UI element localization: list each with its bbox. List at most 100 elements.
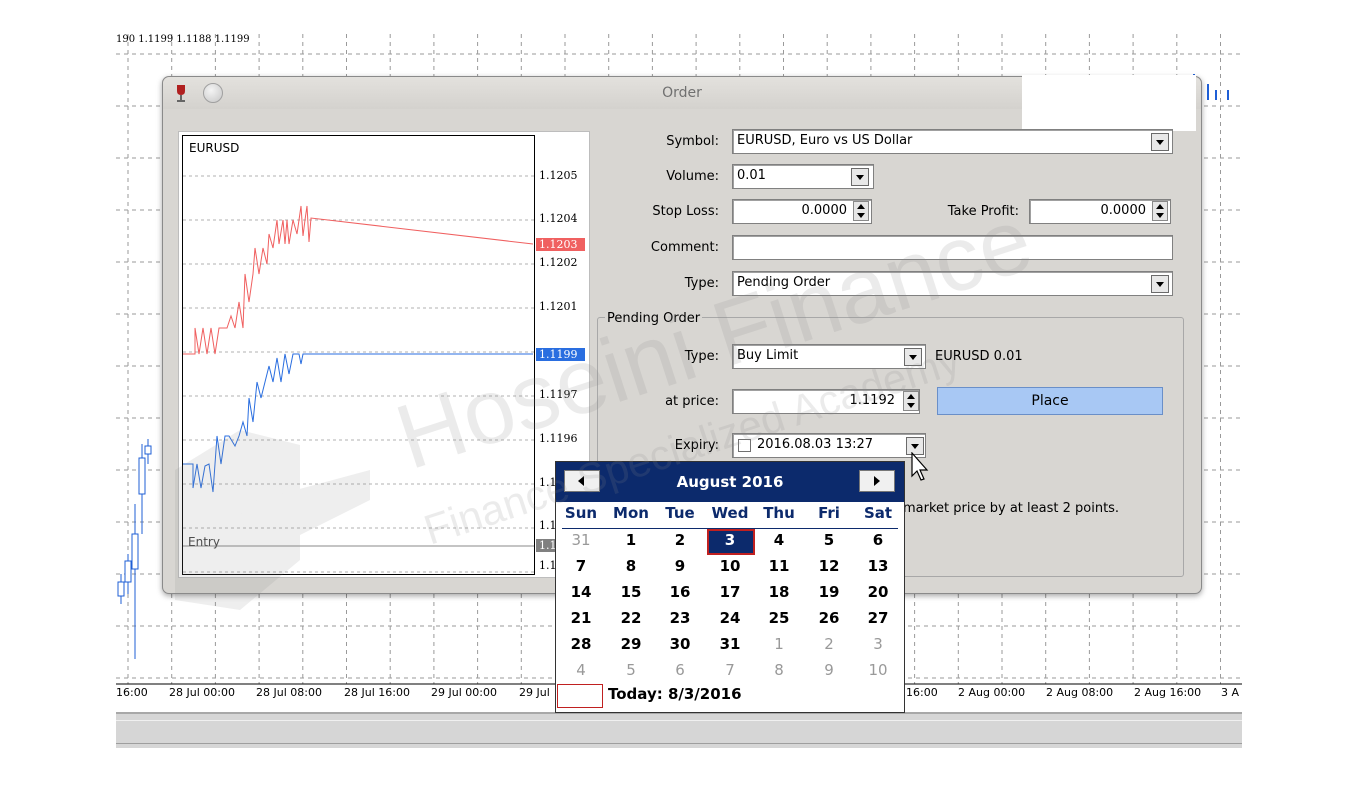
background-candle — [138, 457, 146, 495]
time-axis-tick: 16:00 — [906, 686, 938, 699]
background-candle — [131, 533, 139, 570]
expiry-field[interactable]: 2016.08.03 13:27 — [732, 433, 926, 458]
price-level-3: 1.1202 — [539, 256, 578, 269]
price-level-1: 1.1205 — [539, 169, 578, 182]
weekday-header: Fri — [818, 504, 840, 522]
calendar-day[interactable]: 5 — [606, 657, 656, 683]
calendar-day[interactable]: 2 — [804, 631, 854, 657]
calendar-day[interactable]: 13 — [853, 553, 903, 579]
time-axis-tick: 3 A — [1221, 686, 1240, 699]
calendar-day[interactable]: 7 — [705, 657, 755, 683]
calendar-day[interactable]: 27 — [853, 605, 903, 631]
price-level-6: 1.1196 — [539, 432, 578, 445]
calendar-day[interactable]: 11 — [754, 553, 804, 579]
price-level-5: 1.1197 — [539, 388, 578, 401]
price-level-8: 1.1 — [539, 519, 557, 532]
calendar-day[interactable]: 20 — [853, 579, 903, 605]
at-price-field[interactable]: 1.1192 — [732, 389, 920, 414]
at-price-label: at price: — [665, 394, 719, 409]
calendar-day[interactable]: 1 — [606, 527, 656, 553]
symbol-dropdown-button[interactable] — [1151, 133, 1169, 151]
calendar-day[interactable]: 17 — [705, 579, 755, 605]
calendar-day[interactable]: 3 — [853, 631, 903, 657]
bid-price-line — [183, 353, 533, 493]
expiry-label: Expiry: — [674, 438, 719, 453]
expiry-checkbox[interactable] — [738, 439, 751, 452]
entry-label: Entry — [188, 535, 220, 549]
calendar-day[interactable]: 10 — [853, 657, 903, 683]
stop-loss-spinner[interactable] — [853, 201, 869, 221]
order-type-select[interactable]: Pending Order — [732, 271, 1173, 296]
calendar-day[interactable]: 16 — [655, 579, 705, 605]
time-axis-tick: 2 Aug 00:00 — [958, 686, 1026, 699]
calendar-day[interactable]: 7 — [556, 553, 606, 579]
pending-type-select[interactable]: Buy Limit — [732, 344, 926, 369]
price-level-9: 1.1 — [539, 559, 557, 572]
bid-price-tag: 1.1199 — [536, 348, 585, 361]
blank-region — [1022, 75, 1196, 131]
weekday-header: Sat — [863, 504, 893, 522]
calendar-day[interactable]: 12 — [804, 553, 854, 579]
time-axis-tick: 28 Jul 16:00 — [344, 686, 410, 699]
selected-calendar-day[interactable]: 3 — [705, 527, 755, 553]
order-type-dropdown-button[interactable] — [1151, 275, 1169, 293]
calendar-day[interactable]: 31 — [705, 631, 755, 657]
calendar-day[interactable]: 2 — [655, 527, 705, 553]
calendar-day[interactable]: 25 — [754, 605, 804, 631]
price-level-7: 1.1 — [539, 476, 557, 489]
time-axis-tick: 28 Jul 00:00 — [169, 686, 235, 699]
calendar-month-label: August 2016 — [676, 473, 784, 491]
background-candle — [117, 581, 125, 597]
background-candle — [124, 560, 132, 583]
weekday-header: Mon — [613, 504, 649, 522]
at-price-spinner[interactable] — [903, 391, 919, 411]
stop-loss-label: Stop Loss: — [652, 204, 719, 219]
price-level-4: 1.1201 — [539, 300, 578, 313]
calendar-day[interactable]: 22 — [606, 605, 656, 631]
calendar-day[interactable]: 8 — [754, 657, 804, 683]
calendar-day[interactable]: 29 — [606, 631, 656, 657]
calendar-day[interactable]: 19 — [804, 579, 854, 605]
calendar-day[interactable]: 1 — [754, 631, 804, 657]
today-marker[interactable] — [557, 684, 603, 708]
calendar-day[interactable]: 18 — [754, 579, 804, 605]
calendar-day[interactable]: 5 — [804, 527, 854, 553]
mouse-cursor-icon — [911, 452, 929, 481]
take-profit-spinner[interactable] — [1152, 201, 1168, 221]
calendar-day[interactable]: 28 — [556, 631, 606, 657]
background-chart-header: 190 1.1199 1.1188 1.1199 — [116, 34, 250, 45]
volume-label: Volume: — [666, 169, 719, 184]
pending-order-title: Pending Order — [605, 311, 703, 326]
calendar-day[interactable]: 31 — [556, 527, 606, 553]
take-profit-field[interactable]: 0.0000 — [1029, 199, 1171, 224]
calendar-day[interactable]: 21 — [556, 605, 606, 631]
tick-chart-svg — [183, 175, 534, 573]
volume-dropdown-button[interactable] — [851, 168, 869, 186]
calendar-day[interactable]: 23 — [655, 605, 705, 631]
calendar-day[interactable]: 10 — [705, 553, 755, 579]
calendar-day[interactable]: 9 — [655, 553, 705, 579]
next-month-button[interactable] — [859, 470, 895, 492]
calendar-popup: August 2016 Today: 8/3/2016 Sun Mon Tue Wed… — [555, 461, 905, 713]
calendar-day[interactable]: 24 — [705, 605, 755, 631]
calendar-day[interactable]: 30 — [655, 631, 705, 657]
calendar-day[interactable]: 8 — [606, 553, 656, 579]
calendar-day[interactable]: 6 — [853, 527, 903, 553]
calendar-day[interactable]: 4 — [754, 527, 804, 553]
time-axis-tick: 28 Jul 08:00 — [256, 686, 322, 699]
stop-loss-field[interactable]: 0.0000 — [732, 199, 872, 224]
ask-price-line — [183, 205, 534, 355]
time-axis-tick: 2 Aug 16:00 — [1134, 686, 1202, 699]
today-link[interactable]: Today: 8/3/2016 — [608, 685, 742, 703]
calendar-day[interactable]: 9 — [804, 657, 854, 683]
calendar-day[interactable]: 26 — [804, 605, 854, 631]
calendar-day[interactable]: 6 — [655, 657, 705, 683]
type-label: Type: — [684, 276, 719, 291]
calendar-day[interactable]: 14 — [556, 579, 606, 605]
symbol-select[interactable]: EURUSD, Euro vs US Dollar — [732, 129, 1173, 154]
pending-type-dropdown-button[interactable] — [904, 348, 922, 366]
comment-field[interactable] — [732, 235, 1173, 260]
place-button[interactable]: Place — [937, 387, 1163, 415]
calendar-day[interactable]: 4 — [556, 657, 606, 683]
calendar-day[interactable]: 15 — [606, 579, 656, 605]
